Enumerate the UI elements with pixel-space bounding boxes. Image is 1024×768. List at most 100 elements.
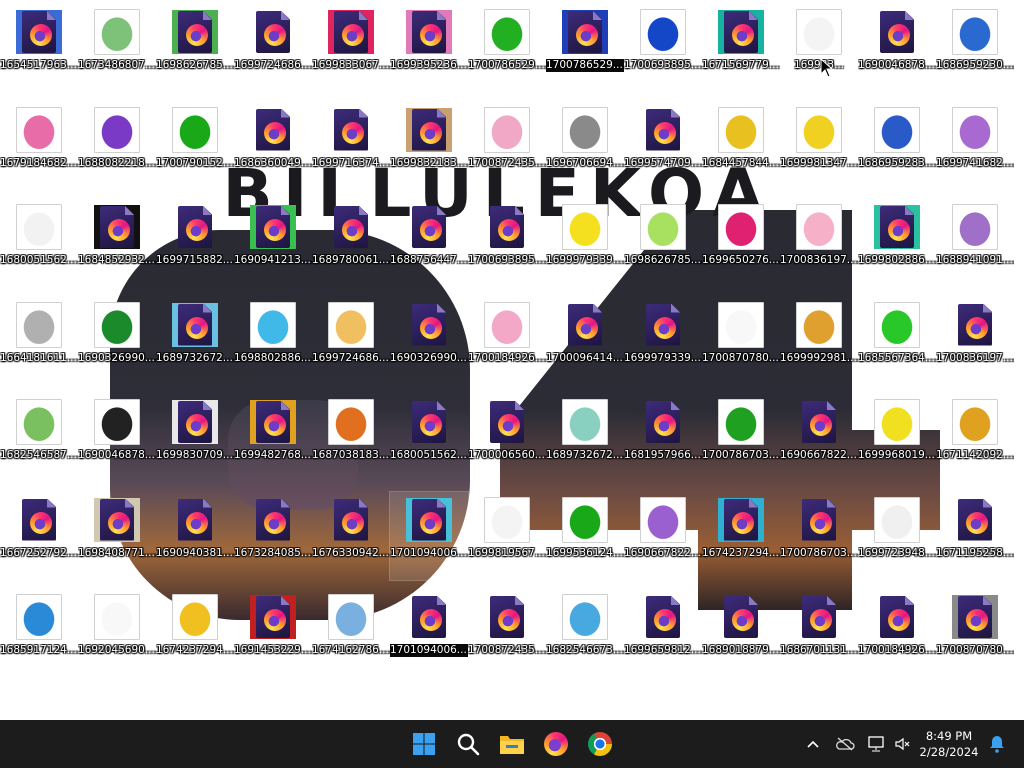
desktop-icon[interactable]: 1699802886.... <box>858 199 936 287</box>
desktop-icon[interactable]: 1699981347.... <box>780 102 858 190</box>
taskbar-file-explorer[interactable] <box>494 728 530 760</box>
desktop-icon[interactable]: 1699715882.... <box>156 199 234 287</box>
desktop-icon[interactable]: 1671142092.... <box>936 394 1014 482</box>
desktop-icon[interactable]: 1700790152.... <box>156 102 234 190</box>
desktop-icon[interactable]: 1699395236.... <box>390 4 468 92</box>
desktop-icon[interactable]: 1685917124.... <box>0 589 78 677</box>
desktop-icon[interactable]: 169983... <box>779 3 859 93</box>
desktop-icon[interactable]: 1700786703.... <box>780 492 858 580</box>
desktop-icon[interactable]: 1700184926.... <box>858 589 936 677</box>
desktop-icon[interactable]: 1698626785.... <box>624 199 702 287</box>
desktop-icon[interactable]: 1698626785.... <box>156 4 234 92</box>
desktop-icon[interactable]: 1684852932.... <box>78 199 156 287</box>
clock[interactable]: 8:49 PM 2/28/2024 <box>910 728 988 760</box>
desktop-icon[interactable]: 1699968019.... <box>858 394 936 482</box>
desktop-icon[interactable]: 1700786703.... <box>702 394 780 482</box>
desktop-icon[interactable]: 1699574709.... <box>624 102 702 190</box>
desktop-icon[interactable]: 1698408771.... <box>78 492 156 580</box>
desktop-icon[interactable]: 1699741682.... <box>936 102 1014 190</box>
desktop-icon[interactable]: 1690941213.... <box>234 199 312 287</box>
desktop-icon[interactable]: 1688756447.... <box>390 199 468 287</box>
desktop-icon[interactable]: 1690046878.... <box>858 4 936 92</box>
desktop-icon[interactable]: 1686360049.... <box>234 102 312 190</box>
desktop-icon[interactable]: 1690940381.... <box>156 492 234 580</box>
desktop-icon[interactable]: 1667252792.... <box>0 492 78 580</box>
desktop-icon[interactable]: 1673486807.... <box>78 4 156 92</box>
desktop-icon[interactable]: 1699819567.... <box>468 492 546 580</box>
desktop-icon[interactable]: 1699992981.... <box>780 297 858 385</box>
desktop-icon[interactable]: 1696706694.... <box>546 102 624 190</box>
desktop-icon[interactable]: 1699650276.... <box>702 199 780 287</box>
desktop-icon[interactable]: 1699482768.... <box>234 394 312 482</box>
desktop-icon[interactable]: 1699979339.... <box>546 199 624 287</box>
desktop-icon[interactable]: 1699536124.... <box>546 492 624 580</box>
desktop-icon[interactable]: 1673284085.... <box>234 492 312 580</box>
desktop-icon[interactable]: 1700096414.... <box>546 297 624 385</box>
desktop-icon[interactable]: 1699724686.... <box>312 297 390 385</box>
desktop-icon[interactable]: 1687038183.... <box>312 394 390 482</box>
network-icon[interactable] <box>866 734 888 754</box>
desktop-icon[interactable]: 1686701131.... <box>780 589 858 677</box>
desktop-icon[interactable]: 1684457844.... <box>702 102 780 190</box>
desktop-icon[interactable]: 1700786529.... <box>468 4 546 92</box>
desktop-icon[interactable]: 1674237294.... <box>702 492 780 580</box>
desktop-icon[interactable]: 1690326990.... <box>390 297 468 385</box>
desktop-icon[interactable]: 1699659812.... <box>624 589 702 677</box>
desktop-icon[interactable]: 1699832183.... <box>390 102 468 190</box>
desktop-icon[interactable]: 1690667822.... <box>780 394 858 482</box>
desktop-icon[interactable]: 1690326990.... <box>78 297 156 385</box>
taskbar-chrome[interactable] <box>582 728 618 760</box>
desktop-icon[interactable]: 1689732672.... <box>156 297 234 385</box>
desktop-icon[interactable]: 1676330942.... <box>312 492 390 580</box>
desktop-icon[interactable]: 1689780061.... <box>312 199 390 287</box>
desktop-icon[interactable]: 1688941091.... <box>936 199 1014 287</box>
desktop-icon[interactable]: 1671195258.... <box>936 492 1014 580</box>
desktop-icon[interactable]: 1680051562.... <box>390 394 468 482</box>
desktop-icon[interactable]: 1700006560.... <box>468 394 546 482</box>
desktop-icon[interactable]: 1681957966.... <box>624 394 702 482</box>
desktop-icon[interactable]: 1701094006.... <box>389 490 469 581</box>
desktop-icon[interactable]: 1691453229.... <box>234 589 312 677</box>
desktop-icon[interactable]: 1700872435.... <box>468 102 546 190</box>
desktop-icon[interactable]: 1699979339.... <box>624 297 702 385</box>
desktop-icon[interactable]: 1700872435.... <box>468 589 546 677</box>
desktop-icon[interactable]: 1701094006.... <box>390 589 468 677</box>
onedrive-offline-icon[interactable] <box>834 734 856 754</box>
desktop-icon[interactable]: 1700184926.... <box>468 297 546 385</box>
desktop-icon[interactable]: 1700870780.... <box>702 297 780 385</box>
taskbar-firefox[interactable] <box>538 728 574 760</box>
desktop-icon[interactable]: 1689732672.... <box>546 394 624 482</box>
search-button[interactable] <box>450 728 486 760</box>
desktop-icon[interactable]: 1700836197.... <box>780 199 858 287</box>
desktop-icon[interactable]: 1700786529.... <box>546 4 624 92</box>
desktop-icon[interactable]: 1692045690.... <box>78 589 156 677</box>
desktop-icon[interactable]: 1682546587.... <box>0 394 78 482</box>
desktop-icon[interactable]: 1699833067.... <box>312 4 390 92</box>
desktop-icon[interactable]: 1664181611.... <box>0 297 78 385</box>
desktop-icon[interactable]: 1698802886.... <box>234 297 312 385</box>
desktop-icon[interactable]: 1674237294.... <box>156 589 234 677</box>
desktop-icon[interactable]: 1699716374.... <box>312 102 390 190</box>
desktop-icon[interactable]: 1700693895.... <box>624 4 702 92</box>
desktop-icon[interactable]: 1686959283.... <box>858 102 936 190</box>
desktop-icon[interactable]: 1685567364.... <box>858 297 936 385</box>
desktop-icon[interactable]: 1671569779.... <box>702 4 780 92</box>
start-button[interactable] <box>406 728 442 760</box>
desktop-icon[interactable]: 1688082218.... <box>78 102 156 190</box>
desktop-icon[interactable]: 1699724686.... <box>234 4 312 92</box>
desktop-icon[interactable]: 1654517963.... <box>0 4 78 92</box>
desktop[interactable]: BILLULEKOA 1654517963.... 1673486807.... 1… <box>0 0 1024 720</box>
desktop-icon[interactable]: 1679184682.... <box>0 102 78 190</box>
desktop-icon[interactable]: 1700836197.... <box>936 297 1014 385</box>
desktop-icon[interactable]: 1690046878.... <box>78 394 156 482</box>
desktop-icon[interactable]: 1674162786.... <box>312 589 390 677</box>
desktop-icon[interactable]: 1689018879.... <box>702 589 780 677</box>
show-hidden-icons-chevron-icon[interactable] <box>802 734 824 754</box>
desktop-icon[interactable]: 1699723948.... <box>858 492 936 580</box>
desktop-icon[interactable]: 1700693895.... <box>468 199 546 287</box>
desktop-icon[interactable]: 1700870780.... <box>936 589 1014 677</box>
desktop-icon[interactable]: 1699830709.... <box>156 394 234 482</box>
desktop-icon[interactable]: 1680051562.... <box>0 199 78 287</box>
desktop-icon[interactable]: 1690667822.... <box>624 492 702 580</box>
desktop-icon[interactable]: 1686959230.... <box>936 4 1014 92</box>
